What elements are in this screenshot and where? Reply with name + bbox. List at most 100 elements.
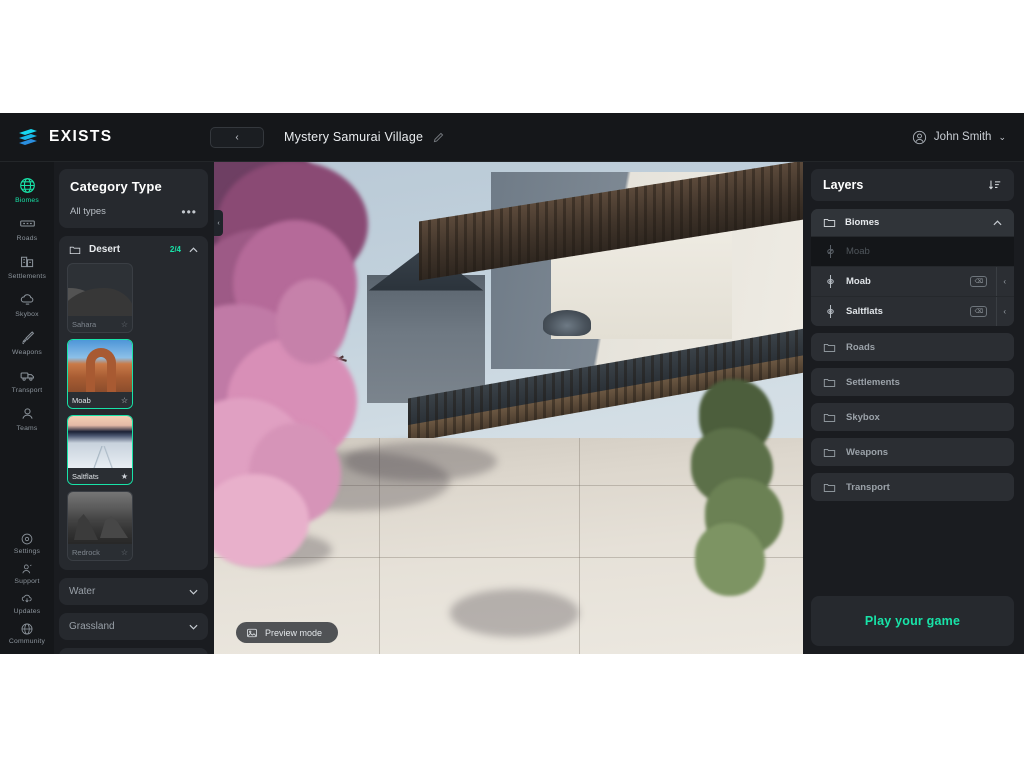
top-bar: EXISTS ‹ Mystery Samurai Village John Sm… [0, 113, 1024, 162]
layer-row[interactable]: Moab [811, 236, 1014, 266]
type-filter-value: All types [70, 206, 106, 217]
layer-group-header[interactable]: Biomes [811, 209, 1014, 236]
biome-thumb-saltflats[interactable]: Saltflats ★ [67, 415, 133, 485]
thumb-footer: Saltflats ★ [68, 468, 132, 484]
biome-thumb-redrock[interactable]: Redrock ☆ [67, 491, 133, 561]
category-group-header[interactable]: Forest [59, 648, 208, 654]
chevron-down-icon: ⌄ [998, 131, 1006, 142]
sidebar-label: Community [8, 638, 46, 645]
folder-icon [823, 446, 836, 459]
category-thumbnails: Sahara ☆ Moab ☆ Saltflats ★ Redrock ☆ [59, 263, 208, 570]
layer-item-roads[interactable]: Roads [811, 333, 1014, 361]
layer-item-transport[interactable]: Transport [811, 473, 1014, 501]
category-group-header[interactable]: Desert 2/4 [59, 236, 208, 263]
category-group-name: Desert [89, 244, 121, 255]
cloud-icon [19, 291, 36, 308]
category-group-grassland[interactable]: Grassland [59, 613, 208, 640]
layer-row[interactable]: Saltflats ⌫ ‹ [811, 296, 1014, 326]
thumb-label: Moab [72, 395, 91, 405]
sidebar-item-support[interactable]: Support [0, 558, 54, 588]
app-window: EXISTS ‹ Mystery Samurai Village John Sm… [0, 113, 1024, 654]
support-person-icon [20, 562, 34, 576]
chevron-left-icon[interactable]: ‹ [996, 267, 1006, 296]
eye-off-icon[interactable] [824, 244, 837, 259]
sidebar-label: Skybox [15, 311, 39, 318]
sidebar-item-settings[interactable]: Settings [0, 528, 54, 558]
layer-name: Saltflats [846, 306, 883, 317]
sidebar-item-biomes[interactable]: Biomes [0, 171, 54, 209]
sort-icon[interactable] [988, 178, 1002, 192]
exists-logo-icon [16, 125, 40, 149]
layer-name: Moab [846, 276, 871, 287]
sidebar-label: Support [14, 578, 40, 585]
image-icon [246, 627, 258, 639]
category-type-card: Category Type All types ••• [59, 169, 208, 228]
sidebar-item-skybox[interactable]: Skybox [0, 285, 54, 323]
user-name: John Smith [933, 131, 992, 143]
layer-name: Moab [846, 246, 870, 257]
category-group-forest[interactable]: Forest [59, 648, 208, 654]
pencil-icon[interactable] [432, 131, 445, 144]
chevron-left-icon[interactable]: ‹ [996, 297, 1006, 326]
panel-collapse-handle[interactable]: ‹ [214, 210, 223, 236]
layer-item-weapons[interactable]: Weapons [811, 438, 1014, 466]
layer-item-skybox[interactable]: Skybox [811, 403, 1014, 431]
globe-icon [20, 622, 34, 636]
category-group-water[interactable]: Water [59, 578, 208, 605]
favorite-star-icon[interactable]: ★ [121, 472, 128, 481]
brand: EXISTS [0, 125, 210, 149]
chevron-down-icon[interactable] [189, 589, 198, 595]
preview-mode-button[interactable]: Preview mode [236, 622, 339, 643]
chevron-up-icon[interactable] [993, 219, 1002, 226]
layer-group-biomes: Biomes Moab Moab ⌫ ‹ Saltflats ⌫ ‹ [811, 209, 1014, 326]
sidebar-item-community[interactable]: Community [0, 618, 54, 648]
thumb-label: Saltflats [72, 471, 99, 481]
category-group-header[interactable]: Grassland [59, 613, 208, 640]
category-panel: Category Type All types ••• Desert 2/4 S… [54, 162, 214, 654]
favorite-star-icon[interactable]: ☆ [121, 396, 128, 405]
layer-item-name: Skybox [846, 411, 880, 423]
biome-thumb-moab[interactable]: Moab ☆ [67, 339, 133, 409]
folder-icon [69, 244, 81, 256]
type-filter[interactable]: All types ••• [70, 206, 197, 218]
globe-icon [19, 177, 36, 194]
biome-thumb-sahara[interactable]: Sahara ☆ [67, 263, 133, 333]
layers-panel: Layers Biomes Moab Moab ⌫ ‹ Saltflats ⌫ … [803, 162, 1024, 654]
play-button-label: Play your game [864, 614, 961, 628]
scene-viewport[interactable]: ‹ Preview mode [214, 162, 803, 654]
page-title: Category Type [70, 179, 162, 194]
eye-icon[interactable] [824, 274, 837, 289]
layer-item-settlements[interactable]: Settlements [811, 368, 1014, 396]
category-group-header[interactable]: Water [59, 578, 208, 605]
back-button[interactable]: ‹ [210, 126, 264, 148]
play-your-game-button[interactable]: Play your game [811, 596, 1014, 646]
sidebar-item-teams[interactable]: Teams [0, 399, 54, 437]
eye-icon[interactable] [824, 304, 837, 319]
category-group-name: Water [69, 586, 96, 597]
pine-tree [691, 378, 791, 605]
more-options-icon[interactable]: ••• [181, 206, 197, 218]
vehicle-icon [19, 367, 36, 384]
sidebar-item-updates[interactable]: Updates [0, 588, 54, 618]
sidebar-label: Updates [13, 608, 41, 615]
sidebar-item-settlements[interactable]: Settlements [0, 247, 54, 285]
user-menu[interactable]: John Smith ⌄ [912, 130, 1006, 145]
thumb-footer: Sahara ☆ [68, 316, 132, 332]
sidebar-item-roads[interactable]: Roads [0, 209, 54, 247]
thumb-label: Sahara [72, 319, 97, 329]
layer-row[interactable]: Moab ⌫ ‹ [811, 266, 1014, 296]
favorite-star-icon[interactable]: ☆ [121, 548, 128, 557]
gear-icon [20, 532, 34, 546]
brand-name: EXISTS [49, 128, 113, 145]
sidebar-item-transport[interactable]: Transport [0, 361, 54, 399]
sword-icon [19, 329, 36, 346]
favorite-star-icon[interactable]: ☆ [121, 320, 128, 329]
chevron-up-icon[interactable] [189, 246, 198, 253]
thumb-image [68, 340, 132, 392]
delete-layer-button[interactable]: ⌫ [970, 276, 988, 287]
chevron-down-icon[interactable] [189, 624, 198, 630]
folder-icon [823, 341, 836, 354]
delete-layer-button[interactable]: ⌫ [970, 306, 988, 317]
sidebar-item-weapons[interactable]: Weapons [0, 323, 54, 361]
layer-item-name: Settlements [846, 376, 900, 388]
